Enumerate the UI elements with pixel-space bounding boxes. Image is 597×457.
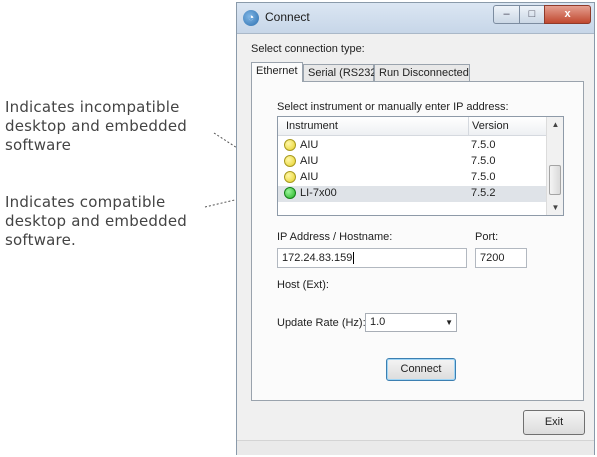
port-label: Port: <box>475 231 499 243</box>
tab-run-disconnected[interactable]: Run Disconnected <box>374 64 470 81</box>
instrument-name: AIU <box>300 139 319 151</box>
connect-dialog: ◔ Connect – □ x Select connection type: … <box>236 2 595 455</box>
update-rate-select[interactable]: 1.0 ▼ <box>365 313 457 332</box>
status-yellow-icon <box>284 171 296 183</box>
list-header: Instrument Version <box>278 117 546 136</box>
connect-button[interactable]: Connect <box>386 358 456 381</box>
list-item[interactable]: AIU 7.5.0 <box>278 154 546 170</box>
ip-address-value: 172.24.83.159 <box>282 252 353 264</box>
close-button[interactable]: x <box>544 5 591 24</box>
callout-compatible: Indicates compatible desktop and embedde… <box>5 193 187 249</box>
maximize-button[interactable]: □ <box>519 5 545 24</box>
status-yellow-icon <box>284 155 296 167</box>
header-version[interactable]: Version <box>472 120 509 132</box>
header-instrument[interactable]: Instrument <box>286 120 338 132</box>
update-rate-value: 1.0 <box>370 316 386 328</box>
port-input[interactable]: 7200 <box>475 248 527 268</box>
scroll-up-icon[interactable]: ▲ <box>547 117 563 132</box>
instrument-version: 7.5.0 <box>471 155 496 167</box>
ip-address-input[interactable]: 172.24.83.159 <box>277 248 467 268</box>
list-item-selected[interactable]: LI-7x00 7.5.2 <box>278 186 546 202</box>
status-yellow-icon <box>284 139 296 151</box>
app-swirl-icon: ◔ <box>243 10 259 26</box>
callout-incompatible: Indicates incompatible desktop and embed… <box>5 98 187 154</box>
column-divider <box>468 117 469 135</box>
instrument-name: LI-7x00 <box>300 187 337 199</box>
instrument-name: AIU <box>300 155 319 167</box>
text-caret <box>353 252 355 265</box>
instrument-prompt: Select instrument or manually enter IP a… <box>277 101 509 113</box>
instrument-name: AIU <box>300 171 319 183</box>
window-title: Connect <box>265 10 310 24</box>
tab-serial[interactable]: Serial (RS232) <box>303 64 380 81</box>
instrument-version: 7.5.0 <box>471 139 496 151</box>
status-green-icon <box>284 187 296 199</box>
list-scrollbar[interactable]: ▲ ▼ <box>546 117 563 215</box>
instrument-version: 7.5.2 <box>471 187 496 199</box>
instrument-version: 7.5.0 <box>471 171 496 183</box>
minimize-button[interactable]: – <box>493 5 520 24</box>
update-rate-label: Update Rate (Hz): <box>277 317 366 329</box>
status-bar <box>237 440 594 455</box>
list-item[interactable]: AIU 7.5.0 <box>278 138 546 154</box>
exit-button[interactable]: Exit <box>523 410 585 435</box>
ip-label: IP Address / Hostname: <box>277 231 393 243</box>
port-value: 7200 <box>480 252 505 264</box>
dropdown-arrow-icon: ▼ <box>445 318 453 327</box>
host-label: Host (Ext): <box>277 279 329 291</box>
scroll-thumb[interactable] <box>549 165 561 195</box>
instrument-list[interactable]: Instrument Version AIU 7.5.0 AIU 7.5.0 A… <box>277 116 564 216</box>
connection-type-label: Select connection type: <box>251 43 365 55</box>
tab-ethernet[interactable]: Ethernet <box>251 62 303 82</box>
list-item[interactable]: AIU 7.5.0 <box>278 170 546 186</box>
scroll-down-icon[interactable]: ▼ <box>547 200 563 215</box>
title-bar: ◔ Connect – □ x <box>237 3 594 34</box>
